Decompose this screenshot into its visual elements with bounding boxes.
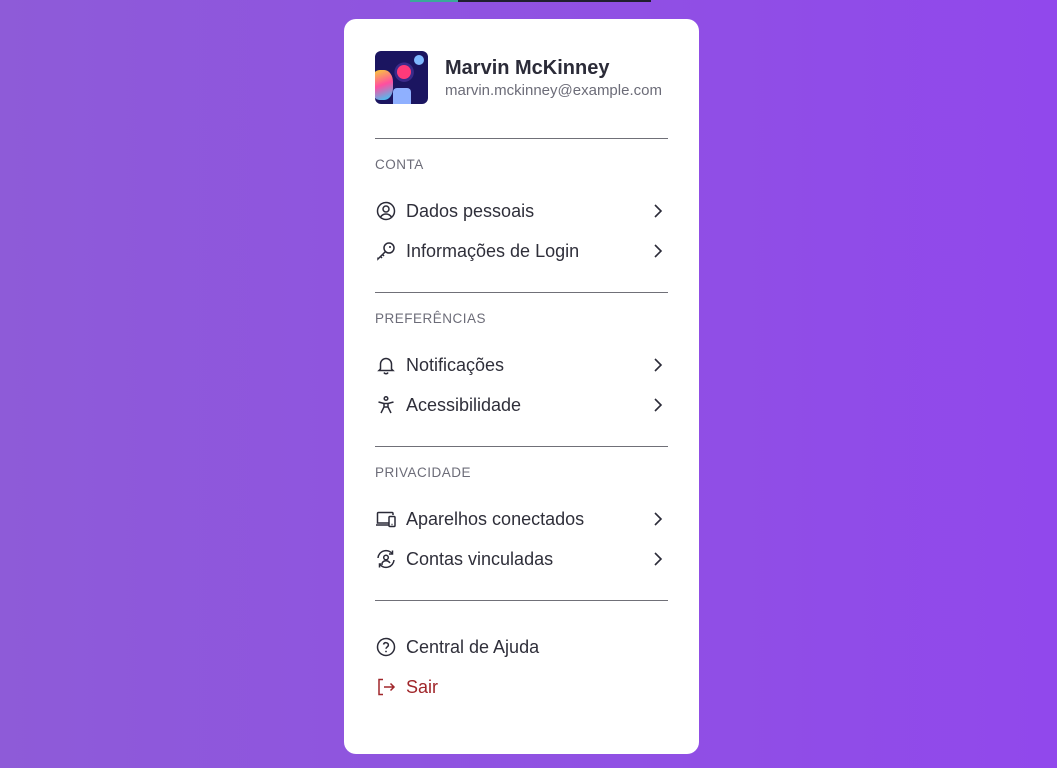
key-icon bbox=[375, 240, 397, 262]
menu-item-acessibilidade[interactable]: Acessibilidade bbox=[375, 385, 668, 425]
divider bbox=[375, 292, 668, 293]
profile-text: Marvin McKinney marvin.mckinney@example.… bbox=[445, 56, 662, 99]
chevron-right-icon bbox=[650, 511, 666, 527]
menu-item-central-de-ajuda[interactable]: Central de Ajuda bbox=[375, 627, 668, 667]
chevron-right-icon bbox=[650, 551, 666, 567]
user-circle-icon bbox=[375, 200, 397, 222]
menu-item-dados-pessoais[interactable]: Dados pessoais bbox=[375, 191, 668, 231]
section-title-preferencias: PREFERÊNCIAS bbox=[375, 311, 487, 326]
chevron-right-icon bbox=[650, 397, 666, 413]
user-email: marvin.mckinney@example.com bbox=[445, 81, 662, 99]
divider bbox=[375, 600, 668, 601]
bell-icon bbox=[375, 354, 397, 376]
menu-item-label: Aparelhos conectados bbox=[406, 508, 585, 529]
profile-header: Marvin McKinney marvin.mckinney@example.… bbox=[375, 50, 668, 104]
logout-button[interactable]: Sair bbox=[375, 667, 668, 707]
menu-item-label: Contas vinculadas bbox=[406, 548, 554, 569]
menu-item-label: Acessibilidade bbox=[406, 394, 522, 415]
chevron-right-icon bbox=[650, 203, 666, 219]
menu-item-contas-vinculadas[interactable]: Contas vinculadas bbox=[375, 539, 668, 579]
footer-items: Central de Ajuda Sair bbox=[375, 627, 668, 707]
profile-menu-card: Marvin McKinney marvin.mckinney@example.… bbox=[344, 19, 699, 754]
chevron-right-icon bbox=[650, 243, 666, 259]
devices-icon bbox=[375, 508, 397, 530]
menu-item-notificacoes[interactable]: Notificações bbox=[375, 345, 668, 385]
section-title-privacidade: PRIVACIDADE bbox=[375, 465, 472, 480]
linked-accounts-icon bbox=[375, 548, 397, 570]
menu-item-aparelhos-conectados[interactable]: Aparelhos conectados bbox=[375, 499, 668, 539]
user-name: Marvin McKinney bbox=[445, 56, 610, 79]
menu-item-label: Central de Ajuda bbox=[406, 636, 540, 657]
section-items-privacidade: Aparelhos conectados Contas vinculadas bbox=[375, 499, 668, 579]
top-strip-accent bbox=[410, 0, 458, 2]
section-items-conta: Dados pessoais Informações de Login bbox=[375, 191, 668, 271]
divider bbox=[375, 138, 668, 139]
logout-icon bbox=[375, 676, 397, 698]
divider bbox=[375, 446, 668, 447]
accessibility-icon bbox=[375, 394, 397, 416]
help-circle-icon bbox=[375, 636, 397, 658]
menu-item-label: Notificações bbox=[406, 354, 505, 375]
chevron-right-icon bbox=[650, 357, 666, 373]
section-items-preferencias: Notificações Acessibilidade bbox=[375, 345, 668, 425]
section-title-conta: CONTA bbox=[375, 157, 424, 172]
menu-item-label: Dados pessoais bbox=[406, 200, 535, 221]
menu-item-label: Informações de Login bbox=[406, 240, 580, 261]
avatar bbox=[375, 50, 428, 104]
logout-label: Sair bbox=[406, 676, 439, 697]
menu-item-informacoes-login[interactable]: Informações de Login bbox=[375, 231, 668, 271]
